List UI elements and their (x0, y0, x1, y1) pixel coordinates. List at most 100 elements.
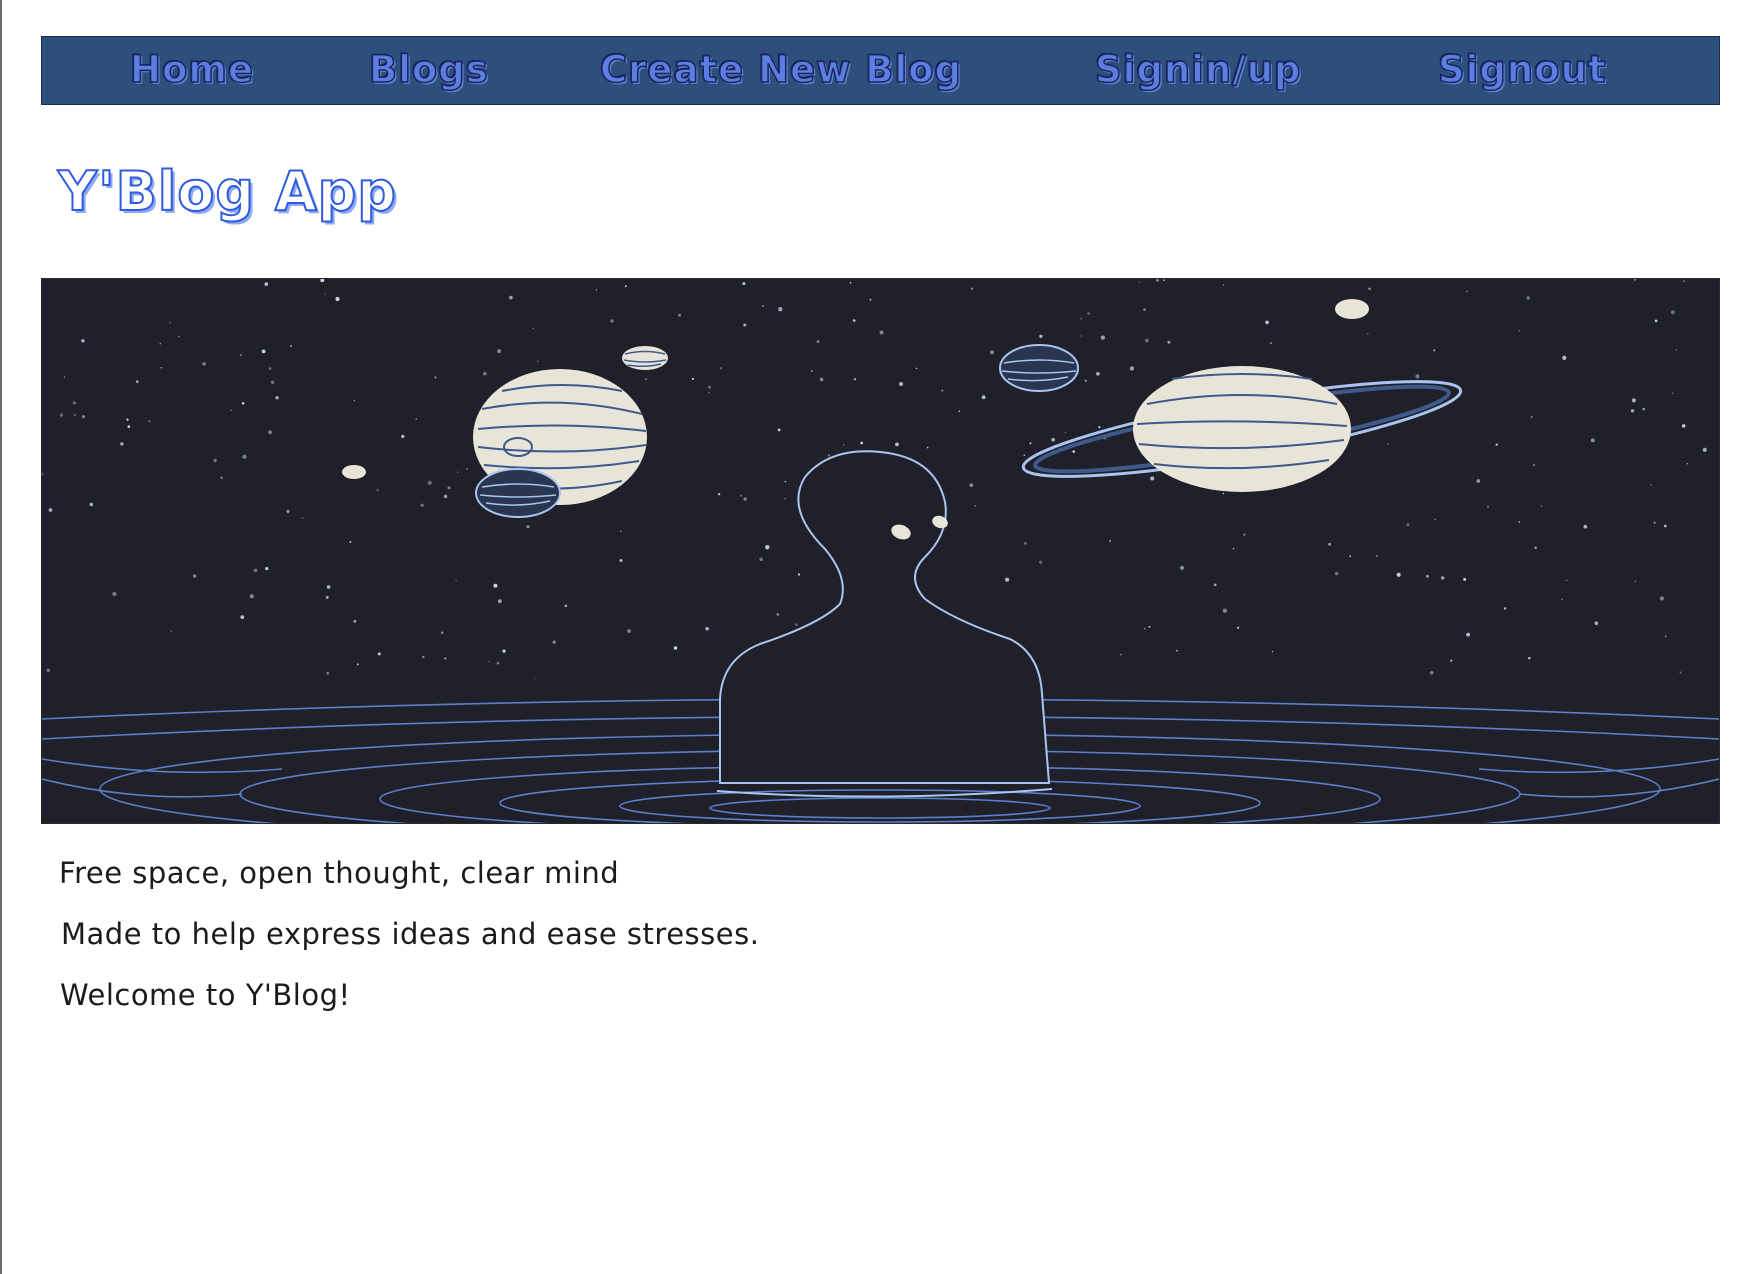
star-icon (1466, 632, 1470, 637)
star-icon (1429, 670, 1434, 675)
star-icon (1349, 555, 1352, 558)
star-icon (72, 401, 76, 405)
star-icon (349, 541, 352, 543)
star-icon (610, 319, 614, 323)
star-icon (497, 349, 502, 354)
star-icon (1476, 479, 1481, 483)
star-icon (645, 378, 648, 381)
star-icon (1594, 621, 1599, 625)
star-icon (120, 442, 124, 446)
star-icon (1532, 463, 1536, 467)
star-icon (170, 630, 173, 633)
star-icon (241, 402, 245, 405)
star-icon (981, 395, 986, 400)
star-icon (1051, 437, 1056, 442)
star-icon (1664, 635, 1667, 638)
star-icon (958, 410, 961, 413)
star-icon (1179, 565, 1185, 570)
star-icon (1415, 374, 1420, 379)
star-icon (1526, 296, 1530, 300)
star-icon (619, 559, 623, 562)
star-icon (970, 287, 974, 290)
nav-signin-link[interactable]: Signin/up (1094, 45, 1302, 95)
star-icon (239, 353, 242, 357)
nav-blogs-link[interactable]: Blogs (368, 45, 489, 95)
star-icon (1222, 283, 1225, 286)
star-icon (1167, 340, 1171, 344)
star-icon (1120, 653, 1122, 656)
star-icon (1686, 463, 1688, 465)
star-icon (326, 671, 330, 675)
star-icon (974, 505, 976, 507)
star-icon (1702, 447, 1707, 453)
star-icon (1138, 281, 1141, 283)
hero-banner-image (41, 278, 1720, 824)
star-icon (268, 430, 272, 435)
moon-icon (342, 465, 366, 479)
star-icon (1039, 560, 1043, 564)
star-icon (869, 298, 872, 301)
star-icon (776, 613, 780, 616)
star-icon (498, 599, 502, 603)
star-icon (46, 668, 50, 672)
star-icon (532, 327, 535, 330)
star-icon (895, 442, 899, 447)
star-icon (1670, 310, 1675, 315)
star-icon (466, 467, 468, 470)
star-icon (759, 557, 763, 562)
star-icon (126, 418, 129, 421)
star-icon (1387, 443, 1389, 445)
star-icon (795, 623, 798, 626)
star-icon (59, 413, 64, 417)
star-icon (159, 342, 162, 345)
star-icon (849, 281, 852, 284)
star-icon (1029, 442, 1032, 445)
star-icon (1433, 349, 1436, 352)
star-icon (496, 661, 500, 665)
star-icon (969, 483, 974, 488)
star-icon (127, 425, 131, 428)
star-icon (443, 494, 448, 499)
star-icon (1328, 542, 1331, 546)
nav-signout-link[interactable]: Signout (1437, 45, 1607, 95)
star-icon (192, 574, 197, 578)
star-icon (1143, 308, 1146, 311)
star-icon (261, 349, 266, 354)
star-icon (743, 497, 747, 501)
star-icon (810, 370, 813, 372)
top-navbar: Home Blogs Create New Blog Signin/up Sig… (41, 36, 1720, 105)
star-icon (1590, 438, 1595, 443)
star-icon (440, 631, 444, 635)
star-icon (415, 418, 418, 421)
star-icon (289, 344, 293, 348)
star-icon (784, 480, 787, 483)
star-icon (1679, 671, 1682, 674)
star-icon (1675, 349, 1678, 351)
star-icon (915, 367, 918, 370)
star-icon (926, 446, 929, 449)
star-icon (353, 399, 356, 402)
star-icon (853, 378, 857, 381)
star-icon (717, 493, 721, 496)
page-title: Y'Blog App (57, 159, 397, 224)
star-icon (444, 657, 447, 660)
star-icon (434, 376, 437, 379)
star-icon (1072, 450, 1076, 453)
star-icon (778, 307, 783, 312)
star-icon (1659, 596, 1664, 601)
star-icon (1064, 431, 1067, 434)
star-icon (324, 293, 326, 295)
star-icon (1145, 338, 1149, 343)
star-icon (1634, 580, 1637, 583)
star-icon (678, 313, 681, 317)
nav-create-blog-link[interactable]: Create New Blog (599, 45, 962, 95)
star-icon (1366, 332, 1369, 335)
star-icon (1683, 280, 1685, 282)
star-icon (819, 377, 824, 382)
star-icon (242, 454, 247, 459)
star-icon (843, 444, 845, 446)
star-icon (762, 305, 764, 307)
star-icon (1163, 279, 1166, 282)
star-icon (860, 441, 864, 445)
nav-home-link[interactable]: Home (129, 45, 254, 95)
